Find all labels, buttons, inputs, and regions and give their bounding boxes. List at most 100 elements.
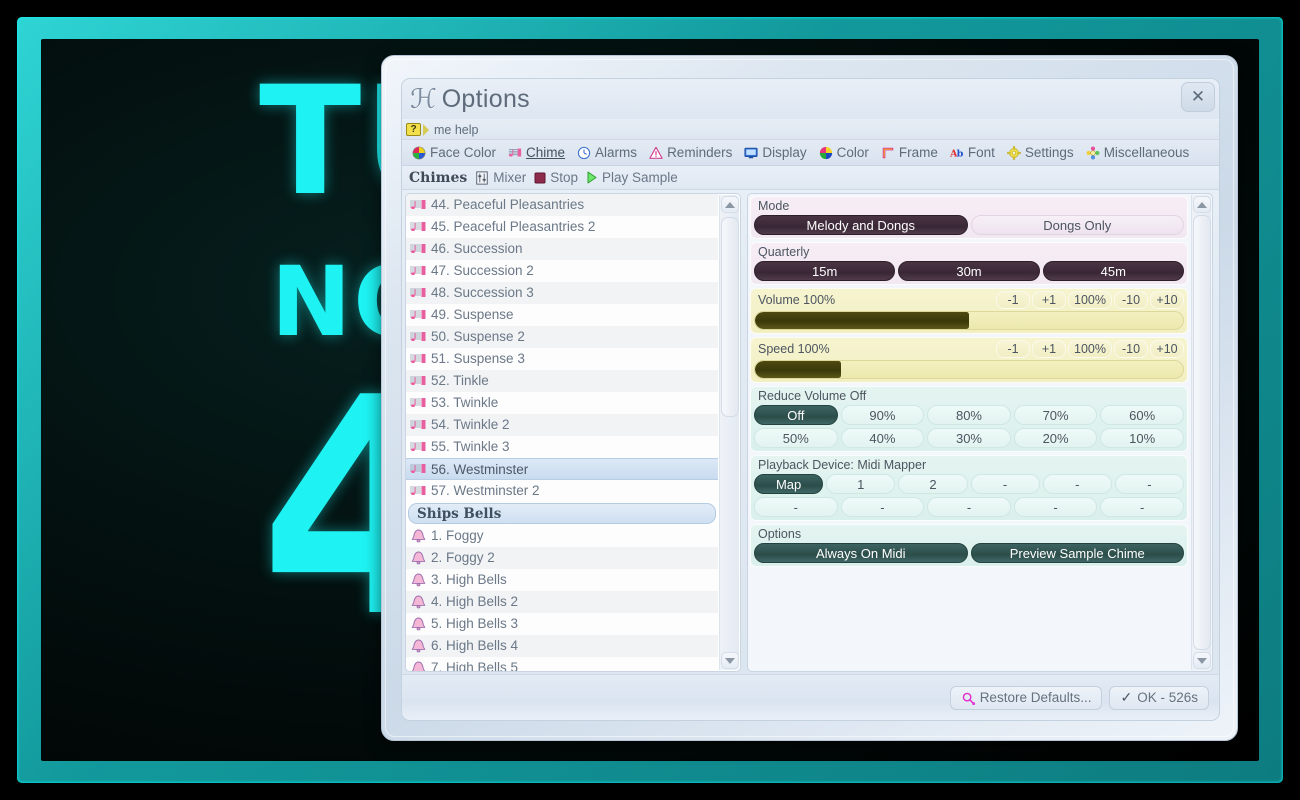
chime-list-scrollbar[interactable] bbox=[719, 195, 739, 670]
tab-frame[interactable]: Frame bbox=[876, 144, 942, 161]
volume-reset-100-button[interactable]: 100% bbox=[1068, 291, 1112, 309]
playback-device-map-button[interactable]: Map bbox=[754, 474, 824, 494]
tab-display[interactable]: Display bbox=[739, 144, 810, 161]
scrollbar-thumb[interactable] bbox=[721, 217, 739, 417]
help-bar[interactable]: ? me help bbox=[402, 119, 1219, 140]
chime-list-item[interactable]: 3. High Bells bbox=[406, 569, 718, 591]
reduce-volume-40-button[interactable]: 40% bbox=[840, 428, 925, 448]
chime-list-item[interactable]: 45. Peaceful Pleasantries 2 bbox=[406, 216, 718, 238]
chime-list-item[interactable]: 46. Succession bbox=[406, 238, 718, 260]
playback-device-slot-9-button[interactable]: - bbox=[927, 497, 1011, 517]
ok-button[interactable]: ✓ OK - 526s bbox=[1109, 685, 1209, 710]
chime-list-item[interactable]: 4. High Bells 2 bbox=[406, 591, 718, 613]
chime-list-item[interactable]: 51. Suspense 3 bbox=[406, 348, 718, 370]
mixer-button[interactable]: Mixer bbox=[475, 170, 526, 185]
chime-list-item[interactable]: 52. Tinkle bbox=[406, 370, 718, 392]
playback-device-slot-6-button[interactable]: - bbox=[1114, 474, 1185, 494]
stop-button[interactable]: Stop bbox=[534, 170, 578, 185]
chime-list-item[interactable]: 57. Westminster 2 bbox=[406, 480, 718, 502]
tab-label: Font bbox=[967, 145, 995, 160]
tab-reminders[interactable]: Reminders bbox=[644, 144, 736, 161]
music-note-icon bbox=[410, 221, 426, 231]
options-scrollbar[interactable] bbox=[1191, 195, 1211, 670]
chime-item-label: 48. Succession 3 bbox=[431, 285, 534, 300]
volume-minus-1-button[interactable]: -1 bbox=[996, 291, 1030, 309]
preview-sample-chime-button[interactable]: Preview Sample Chime bbox=[970, 543, 1184, 563]
reduce-volume-10-button[interactable]: 10% bbox=[1100, 428, 1184, 448]
chime-list-item[interactable]: 50. Suspense 2 bbox=[406, 326, 718, 348]
volume-plus-1-button[interactable]: +1 bbox=[1032, 291, 1066, 309]
options-scrollbar-thumb[interactable] bbox=[1193, 215, 1211, 650]
music-note-icon bbox=[410, 419, 426, 429]
tab-label: Settings bbox=[1024, 145, 1074, 160]
volume-slider[interactable] bbox=[754, 311, 1184, 330]
tab-chime[interactable]: Chime bbox=[503, 144, 569, 161]
speed-minus-10-button[interactable]: -10 bbox=[1114, 340, 1148, 358]
tab-settings[interactable]: Settings bbox=[1002, 144, 1078, 161]
chime-list-item[interactable]: 55. Twinkle 3 bbox=[406, 436, 718, 458]
play-sample-button[interactable]: Play Sample bbox=[586, 170, 678, 185]
playback-device-slot-7-button[interactable]: - bbox=[754, 497, 838, 517]
speed-minus-1-button[interactable]: -1 bbox=[996, 340, 1030, 358]
scroll-down-button[interactable] bbox=[721, 652, 739, 669]
speed-slider[interactable] bbox=[754, 360, 1184, 379]
chime-list-item[interactable]: 56. Westminster bbox=[406, 458, 718, 480]
quarterly-45m-button[interactable]: 45m bbox=[1042, 261, 1184, 281]
playback-device-slot-10-button[interactable]: - bbox=[1013, 497, 1098, 517]
playback-device-2-button[interactable]: 2 bbox=[898, 474, 968, 494]
restore-defaults-button[interactable]: Restore Defaults... bbox=[949, 685, 1103, 710]
reduce-volume-30-button[interactable]: 30% bbox=[927, 428, 1011, 448]
speed-plus-1-button[interactable]: +1 bbox=[1032, 340, 1066, 358]
mode-melody-and-dongs-button[interactable]: Melody and Dongs bbox=[754, 215, 968, 235]
speed-reset-100-button[interactable]: 100% bbox=[1068, 340, 1112, 358]
close-button[interactable]: ✕ bbox=[1181, 82, 1215, 112]
chime-list-item[interactable]: 48. Succession 3 bbox=[406, 282, 718, 304]
quarterly-15m-button[interactable]: 15m bbox=[754, 261, 896, 281]
chime-item-label: 45. Peaceful Pleasantries 2 bbox=[431, 219, 596, 234]
tab-face-color[interactable]: Face Color bbox=[407, 144, 500, 161]
quarterly-30m-button[interactable]: 30m bbox=[898, 261, 1040, 281]
always-on-midi-button[interactable]: Always On Midi bbox=[754, 543, 968, 563]
chime-list-item[interactable]: 2. Foggy 2 bbox=[406, 547, 718, 569]
tab-font[interactable]: A b Font bbox=[945, 144, 999, 161]
reduce-volume-80-button[interactable]: 80% bbox=[927, 405, 1011, 425]
tab-alarms[interactable]: Alarms bbox=[572, 144, 641, 161]
close-icon: ✕ bbox=[1190, 87, 1206, 106]
chime-item-label: 7. High Bells 5 bbox=[431, 660, 519, 671]
playback-device-slot-8-button[interactable]: - bbox=[840, 497, 925, 517]
options-scroll-up-button[interactable] bbox=[1193, 196, 1211, 213]
volume-plus-10-button[interactable]: +10 bbox=[1150, 291, 1184, 309]
chime-list-item[interactable]: 49. Suspense bbox=[406, 304, 718, 326]
tab-color[interactable]: Color bbox=[814, 144, 873, 161]
chime-list-item[interactable]: 7. High Bells 5 bbox=[406, 657, 718, 671]
reduce-volume-60-button[interactable]: 60% bbox=[1100, 405, 1184, 425]
reduce-volume-90-button[interactable]: 90% bbox=[840, 405, 925, 425]
mode-dongs-only-button[interactable]: Dongs Only bbox=[970, 215, 1184, 235]
chime-item-label: 55. Twinkle 3 bbox=[431, 439, 510, 454]
reduce-volume-70-button[interactable]: 70% bbox=[1013, 405, 1098, 425]
options-scroll-down-button[interactable] bbox=[1193, 652, 1211, 669]
chime-list-item[interactable]: 44. Peaceful Pleasantries bbox=[406, 194, 718, 216]
reduce-volume-50-button[interactable]: 50% bbox=[754, 428, 838, 448]
chime-list-item[interactable]: 5. High Bells 3 bbox=[406, 613, 718, 635]
tab-miscellaneous[interactable]: Miscellaneous bbox=[1081, 144, 1194, 161]
playback-device-slot-5-button[interactable]: - bbox=[1042, 474, 1112, 494]
chime-list-item[interactable]: 47. Succession 2 bbox=[406, 260, 718, 282]
music-note-icon bbox=[410, 287, 426, 297]
playback-device-1-button[interactable]: 1 bbox=[826, 474, 896, 494]
volume-minus-10-button[interactable]: -10 bbox=[1114, 291, 1148, 309]
speed-plus-10-button[interactable]: +10 bbox=[1150, 340, 1184, 358]
scroll-up-button[interactable] bbox=[721, 196, 739, 213]
tab-label: Display bbox=[762, 145, 807, 160]
tab-label: Chime bbox=[526, 145, 566, 160]
playback-device-slot-11-button[interactable]: - bbox=[1100, 497, 1184, 517]
chime-item-label: 52. Tinkle bbox=[431, 373, 489, 388]
restore-icon bbox=[962, 692, 975, 705]
chime-list-item[interactable]: 54. Twinkle 2 bbox=[406, 414, 718, 436]
playback-device-slot-4-button[interactable]: - bbox=[970, 474, 1040, 494]
chime-list-item[interactable]: 53. Twinkle bbox=[406, 392, 718, 414]
chime-list-item[interactable]: 1. Foggy bbox=[406, 525, 718, 547]
chime-list-item[interactable]: 6. High Bells 4 bbox=[406, 635, 718, 657]
reduce-volume-off-button[interactable]: Off bbox=[754, 405, 838, 425]
reduce-volume-20-button[interactable]: 20% bbox=[1013, 428, 1098, 448]
